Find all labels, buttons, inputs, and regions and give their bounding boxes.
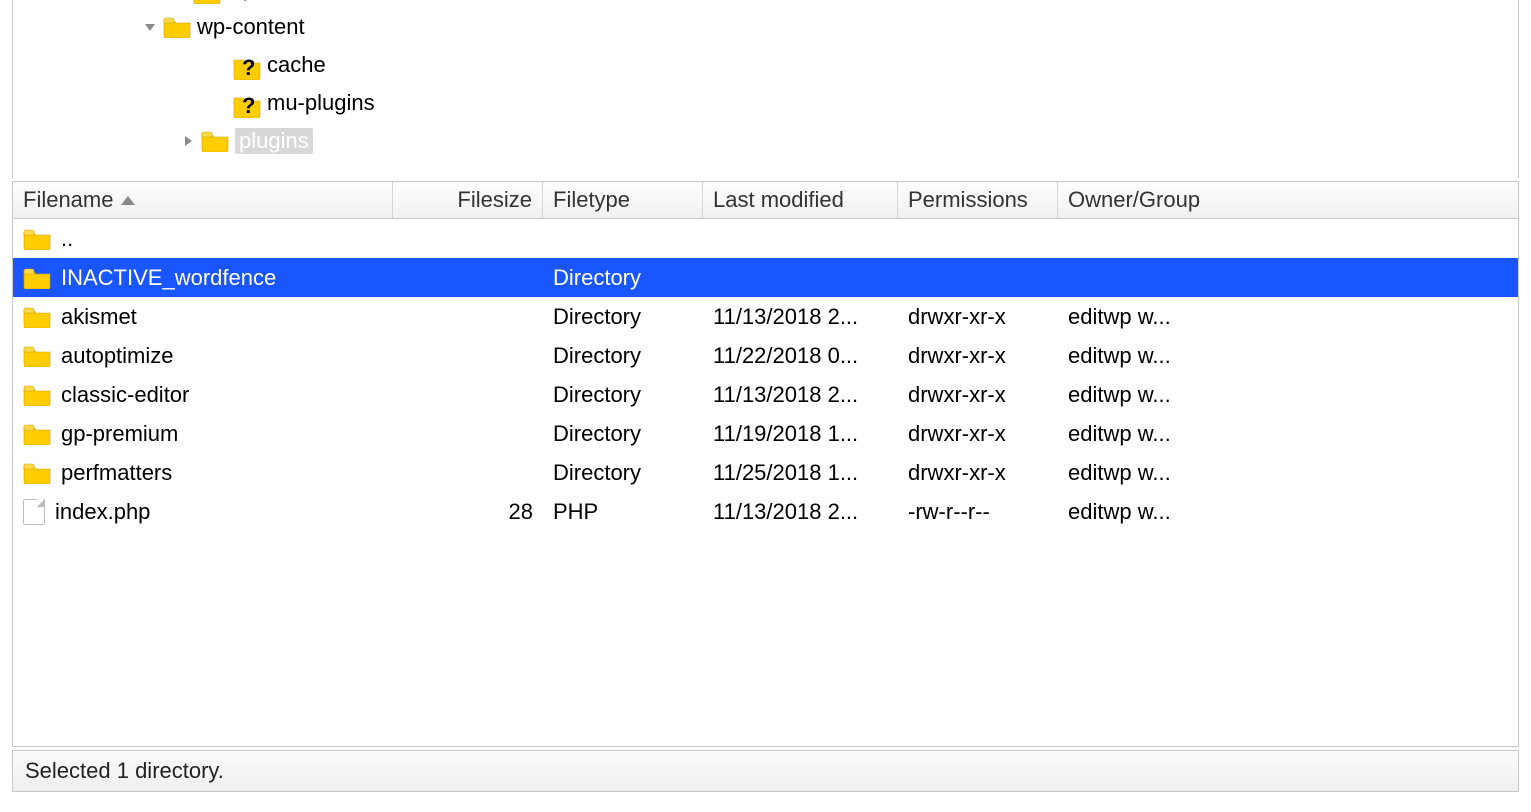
table-row[interactable]: index.php 28PHP11/13/2018 2...-rw-r--r--e… — [13, 492, 1518, 531]
cell-modified: 11/13/2018 2... — [703, 382, 898, 408]
cell-filename: INACTIVE_wordfence — [13, 265, 393, 291]
tree-item-label: cache — [267, 52, 326, 78]
filename-text: akismet — [61, 304, 137, 330]
folder-icon — [23, 228, 51, 250]
cell-filetype: Directory — [543, 304, 703, 330]
table-row[interactable]: akismet Directory11/13/2018 2...drwxr-xr-… — [13, 297, 1518, 336]
tree-item-label: mu-plugins — [267, 90, 375, 116]
cell-permissions: drwxr-xr-x — [898, 460, 1058, 486]
table-row[interactable]: autoptimize Directory11/22/2018 0...drwxr… — [13, 336, 1518, 375]
column-header-filesize[interactable]: Filesize — [393, 182, 543, 218]
cell-owner: editwp w... — [1058, 304, 1218, 330]
chevron-down-icon[interactable] — [143, 20, 157, 34]
folder-icon — [23, 462, 51, 484]
tree-item-label: wp-content — [197, 14, 305, 40]
cell-filetype: Directory — [543, 265, 703, 291]
table-row[interactable]: INACTIVE_wordfence Directory — [13, 258, 1518, 297]
cell-owner: editwp w... — [1058, 343, 1218, 369]
directory-tree[interactable]: ?wp-admin wp-content? cache? mu-plugins plug… — [12, 0, 1519, 178]
status-text: Selected 1 directory. — [25, 758, 224, 784]
cell-filename: akismet — [13, 304, 393, 330]
cell-modified: 11/19/2018 1... — [703, 421, 898, 447]
cell-filetype: Directory — [543, 460, 703, 486]
cell-filename: gp-premium — [13, 421, 393, 447]
cell-permissions: drwxr-xr-x — [898, 382, 1058, 408]
tree-item[interactable]: plugins — [13, 122, 1518, 160]
tree-item[interactable]: ? cache — [13, 46, 1518, 84]
filename-text: INACTIVE_wordfence — [61, 265, 276, 291]
cell-owner: editwp w... — [1058, 382, 1218, 408]
filename-text: .. — [61, 226, 73, 252]
cell-filename: classic-editor — [13, 382, 393, 408]
folder-icon — [23, 423, 51, 445]
cell-filename: autoptimize — [13, 343, 393, 369]
tree-toggle-spacer — [213, 96, 227, 110]
cell-filename: perfmatters — [13, 460, 393, 486]
folder-icon — [201, 130, 229, 152]
file-icon — [23, 499, 45, 525]
tree-item[interactable]: ? mu-plugins — [13, 84, 1518, 122]
filename-text: classic-editor — [61, 382, 189, 408]
cell-modified: 11/22/2018 0... — [703, 343, 898, 369]
tree-item-label: plugins — [235, 128, 313, 154]
folder-icon — [23, 267, 51, 289]
cell-modified: 11/13/2018 2... — [703, 304, 898, 330]
tree-item[interactable]: wp-content — [13, 8, 1518, 46]
file-rows: .. INACTIVE_wordfence Directory akismet Dire… — [13, 219, 1518, 531]
table-row[interactable]: perfmatters Directory11/25/2018 1...drwxr… — [13, 453, 1518, 492]
table-row[interactable]: classic-editor Directory11/13/2018 2...dr… — [13, 375, 1518, 414]
cell-owner: editwp w... — [1058, 499, 1218, 525]
cell-filetype: PHP — [543, 499, 703, 525]
cell-owner: editwp w... — [1058, 460, 1218, 486]
cell-filetype: Directory — [543, 343, 703, 369]
folder-icon — [163, 16, 191, 38]
filename-text: index.php — [55, 499, 150, 525]
column-headers: Filename Filesize Filetype Last modified… — [13, 182, 1518, 219]
cell-permissions: -rw-r--r-- — [898, 499, 1058, 525]
cell-filename: index.php — [13, 499, 393, 525]
column-header-permissions[interactable]: Permissions — [898, 182, 1058, 218]
cell-permissions: drwxr-xr-x — [898, 421, 1058, 447]
column-header-filetype[interactable]: Filetype — [543, 182, 703, 218]
tree-item[interactable]: ?wp-admin — [13, 0, 1518, 8]
chevron-right-icon[interactable] — [181, 134, 195, 148]
folder-icon — [23, 384, 51, 406]
file-list: Filename Filesize Filetype Last modified… — [12, 181, 1519, 747]
table-row[interactable]: .. — [13, 219, 1518, 258]
tree-item-label: wp-admin — [227, 0, 322, 2]
cell-filename: .. — [13, 226, 393, 252]
cell-modified: 11/13/2018 2... — [703, 499, 898, 525]
column-header-filename[interactable]: Filename — [13, 182, 393, 218]
cell-filetype: Directory — [543, 421, 703, 447]
cell-permissions: drwxr-xr-x — [898, 343, 1058, 369]
folder-unknown-icon: ? — [233, 54, 261, 76]
filename-text: gp-premium — [61, 421, 178, 447]
cell-filetype: Directory — [543, 382, 703, 408]
cell-owner: editwp w... — [1058, 421, 1218, 447]
cell-filesize: 28 — [393, 499, 543, 525]
filename-text: perfmatters — [61, 460, 172, 486]
status-bar: Selected 1 directory. — [12, 750, 1519, 792]
cell-modified: 11/25/2018 1... — [703, 460, 898, 486]
folder-icon — [23, 306, 51, 328]
cell-permissions: drwxr-xr-x — [898, 304, 1058, 330]
column-header-owner[interactable]: Owner/Group — [1058, 182, 1218, 218]
folder-unknown-icon: ? — [233, 92, 261, 114]
folder-icon — [23, 345, 51, 367]
tree-toggle-spacer — [213, 58, 227, 72]
table-row[interactable]: gp-premium Directory11/19/2018 1...drwxr-… — [13, 414, 1518, 453]
filename-text: autoptimize — [61, 343, 174, 369]
column-header-modified[interactable]: Last modified — [703, 182, 898, 218]
